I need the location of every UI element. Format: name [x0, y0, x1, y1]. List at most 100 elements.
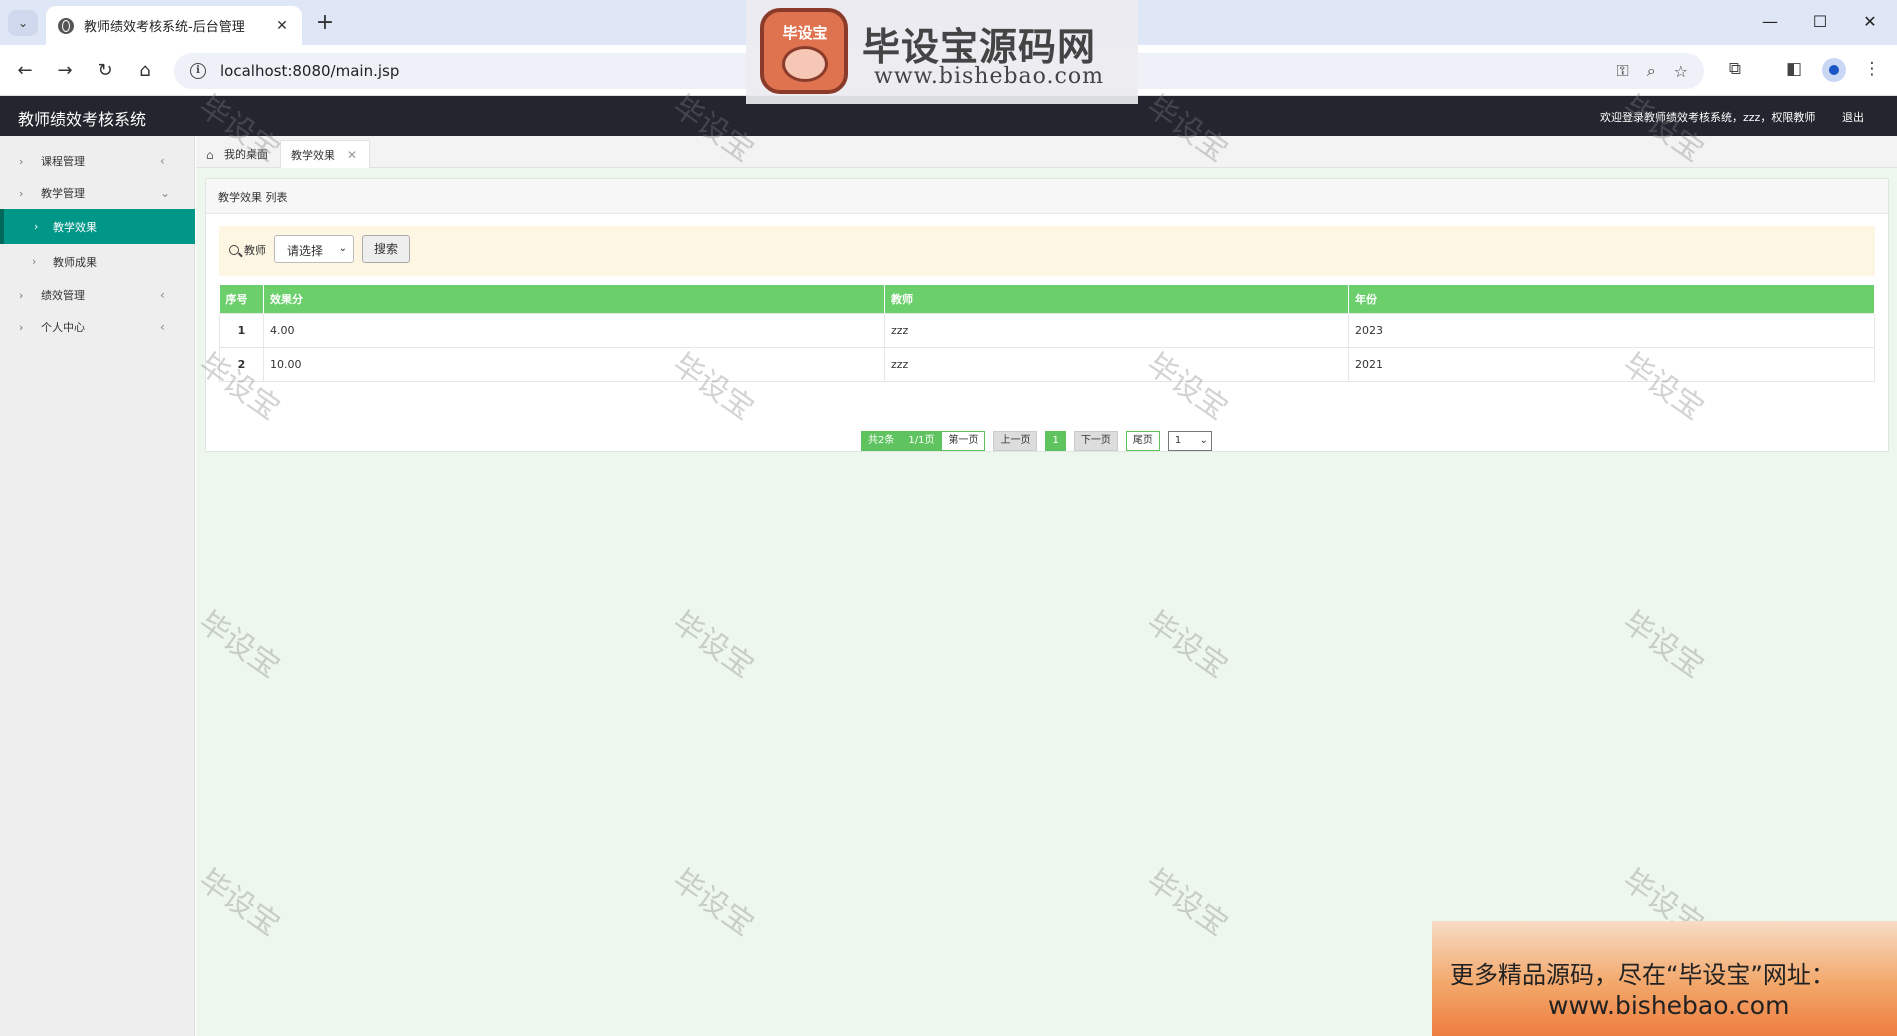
column-header: 年份 [1348, 285, 1875, 313]
promo-banner: 更多精品源码，尽在“毕设宝”网址： www.bishebao.com [1432, 921, 1897, 1036]
bookmark-star-icon[interactable]: ☆ [1674, 62, 1688, 81]
promo-url: www.bishebao.com [1548, 991, 1790, 1020]
tab-teaching-effect[interactable]: 教学效果 ✕ [280, 140, 370, 168]
table-cell: 2 [219, 346, 264, 382]
home-icon[interactable]: ⌂ [132, 58, 158, 84]
chevron-down-icon: ⌄ [1199, 435, 1208, 446]
brand-site-url: www.bishebao.com [874, 64, 1104, 89]
teacher-select-value: 请选择 [287, 244, 324, 258]
site-info-icon[interactable]: i [190, 63, 206, 79]
browser-tab[interactable]: 教师绩效考核系统-后台管理 ✕ [46, 6, 302, 45]
pager-jump-select[interactable]: 1 ⌄ [1167, 431, 1212, 451]
chevron-down-icon: ⌄ [160, 186, 171, 200]
search-bar: 教师 请选择 ⌄ 搜索 [219, 226, 1875, 276]
table-cell: zzz [884, 312, 1349, 348]
chevron-right-icon: › [19, 154, 24, 168]
search-label: 教师 [244, 244, 266, 257]
tab-label: 教学效果 [291, 148, 335, 162]
sidebar-item-profile[interactable]: › 个人中心 ‹ [0, 311, 195, 343]
sidebar-item-label: 教学效果 [53, 220, 97, 234]
teacher-select[interactable]: 请选择 ⌄ [274, 235, 354, 263]
panel-title: 教学效果 列表 [206, 179, 1888, 214]
sidebar-item-teacher-achievement[interactable]: › 教师成果 [0, 244, 195, 279]
chevron-down-icon: ⌄ [338, 243, 347, 254]
sidebar-item-label: 教师成果 [53, 255, 97, 269]
table-cell: 10.00 [263, 346, 885, 382]
pager-next-button[interactable]: 下一页 [1073, 431, 1118, 451]
profile-avatar[interactable] [1822, 58, 1846, 82]
more-menu-icon[interactable]: ⋮ [1860, 59, 1884, 79]
chevron-right-icon: › [32, 255, 37, 268]
chevron-right-icon: › [19, 186, 24, 200]
brand-logo-text: 毕设宝 [782, 24, 828, 42]
list-panel: 教学效果 列表 教师 请选择 ⌄ 搜索 序号 效果分 教师 年份 1 4.00 … [205, 178, 1889, 452]
data-table: 序号 效果分 教师 年份 1 4.00 zzz 2023 2 10.00 zzz [219, 285, 1875, 382]
close-icon[interactable]: ✕ [347, 148, 357, 162]
pager-prev-button[interactable]: 上一页 [993, 431, 1038, 451]
zoom-icon[interactable]: ⌕ [1647, 61, 1656, 81]
tab-search-button[interactable]: ⌄ [8, 10, 38, 36]
sidebar-item-teaching[interactable]: › 教学管理 ⌄ [0, 177, 195, 209]
pager-first-button[interactable]: 第一页 [941, 431, 986, 451]
app-title: 教师绩效考核系统 [18, 110, 147, 129]
side-panel-icon[interactable]: ◧ [1782, 59, 1806, 79]
table-cell: 2023 [1348, 312, 1875, 348]
new-tab-button[interactable]: + [312, 10, 338, 36]
tab-home-label: 我的桌面 [224, 148, 268, 161]
pager-current-page[interactable]: 1 [1045, 431, 1066, 451]
table-row[interactable]: 1 4.00 zzz 2023 [219, 312, 1875, 348]
tab-home[interactable]: ⌂ 我的桌面 [196, 140, 278, 168]
profile-icon [1829, 65, 1839, 75]
chevron-right-icon: › [19, 320, 24, 334]
maximize-icon[interactable]: ☐ [1800, 10, 1840, 34]
sidebar-item-label: 绩效管理 [41, 289, 85, 302]
sidebar: › 课程管理 ‹ › 教学管理 ⌄ › 教学效果 › 教师成果 › 绩效管理 ‹… [0, 136, 195, 1036]
reload-icon[interactable]: ↻ [92, 58, 118, 84]
table-header-row: 序号 效果分 教师 年份 [219, 285, 1875, 313]
pager-jump-value: 1 [1174, 435, 1182, 446]
table-cell: 4.00 [263, 312, 885, 348]
column-header: 教师 [884, 285, 1349, 313]
chevron-left-icon: ‹ [160, 154, 165, 168]
table-cell: zzz [884, 346, 1349, 382]
sidebar-item-label: 课程管理 [41, 155, 85, 168]
back-arrow-icon[interactable]: ← [12, 58, 38, 84]
forward-arrow-icon[interactable]: → [52, 58, 78, 84]
pagination: 共2条 1/1页 第一页 上一页 1 下一页 尾页 1 ⌄ [861, 431, 1212, 451]
home-icon: ⌂ [206, 148, 214, 162]
chevron-down-icon: ⌄ [17, 16, 29, 30]
content-tab-bar: ⌂ 我的桌面 教学效果 ✕ [196, 136, 1897, 168]
browser-tab-title: 教师绩效考核系统-后台管理 [84, 20, 245, 35]
table-row[interactable]: 2 10.00 zzz 2021 [219, 346, 1875, 382]
chevron-left-icon: ‹ [160, 320, 165, 334]
extensions-icon[interactable]: ⧉ [1723, 59, 1747, 79]
column-header: 序号 [219, 285, 264, 313]
minimize-icon[interactable]: — [1750, 10, 1790, 34]
mascot-icon [782, 46, 828, 82]
sidebar-item-label: 个人中心 [41, 321, 85, 334]
main-content: ⌂ 我的桌面 教学效果 ✕ 教学效果 列表 教师 请选择 ⌄ 搜索 序号 效果分… [196, 136, 1897, 1036]
table-cell: 2021 [1348, 346, 1875, 382]
promo-text: 更多精品源码，尽在“毕设宝”网址： [1450, 961, 1835, 989]
brand-site-name: 毕设宝源码网 [862, 25, 1097, 69]
pager-pages: 1/1页 [901, 431, 942, 451]
chevron-left-icon: ‹ [160, 288, 165, 302]
watermark-banner: 毕设宝 毕设宝源码网 www.bishebao.com [746, 0, 1138, 104]
search-icon [229, 245, 239, 255]
globe-icon [58, 17, 74, 34]
search-button[interactable]: 搜索 [362, 235, 410, 263]
pager-last-button[interactable]: 尾页 [1125, 431, 1160, 451]
sidebar-item-label: 教学管理 [41, 187, 85, 200]
key-icon[interactable]: ⚿ [1617, 61, 1629, 81]
sidebar-item-teaching-effect[interactable]: › 教学效果 [0, 209, 195, 244]
pager-total: 共2条 [861, 431, 902, 451]
window-close-icon[interactable]: ✕ [1850, 10, 1890, 34]
brand-logo: 毕设宝 [760, 8, 848, 94]
sidebar-item-performance[interactable]: › 绩效管理 ‹ [0, 279, 195, 311]
table-cell: 1 [219, 312, 264, 348]
sidebar-item-course[interactable]: › 课程管理 ‹ [0, 145, 195, 177]
chevron-right-icon: › [19, 288, 24, 302]
close-tab-icon[interactable]: ✕ [272, 18, 292, 34]
logout-link[interactable]: 退出 [1842, 109, 1864, 125]
column-header: 效果分 [263, 285, 885, 313]
